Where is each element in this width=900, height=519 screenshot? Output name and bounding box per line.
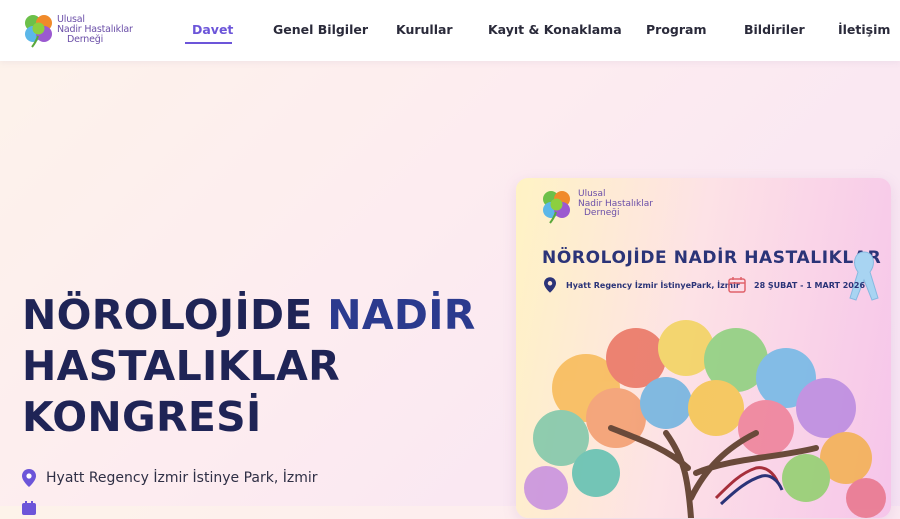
map-pin-icon [22, 469, 36, 487]
hero-title-line: HASTALIKLAR [22, 342, 340, 390]
calendar-icon [728, 277, 746, 293]
nav-item-kurullar[interactable]: Kurullar [396, 22, 453, 37]
poster-brand-line: Derneği [584, 208, 620, 218]
poster-venue: Hyatt Regency İzmir İstinyePark, İzmir [566, 281, 740, 290]
active-nav-indicator [185, 42, 232, 44]
main-nav: Davet Genel Bilgiler Kurullar Kayıt & Ko… [0, 0, 900, 61]
poster-title: NÖROLOJİDE NADİR HASTALIKLAR [542, 248, 882, 268]
hero-title-line: KONGRESİ [22, 393, 262, 441]
clover-logo-icon [543, 191, 570, 224]
hero-title-accent-word: NADİR [327, 291, 476, 339]
nav-item-program[interactable]: Program [646, 22, 707, 37]
watercolor-tree-illustration [524, 320, 886, 518]
congress-poster: Ulusal Nadir Hastalıklar Derneği NÖROLOJ… [516, 178, 891, 518]
poster-brand-name: Ulusal Nadir Hastalıklar Derneği [578, 189, 653, 219]
map-pin-icon [544, 277, 556, 293]
top-navigation-bar: Ulusal Nadir Hastalıklar Derneği Davet G… [0, 0, 900, 61]
nav-item-kayit-konaklama[interactable]: Kayıt & Konaklama [488, 22, 622, 37]
calendar-icon [22, 501, 36, 515]
hero-title-word: NÖROLOJİDE [22, 291, 313, 339]
nav-item-iletisim[interactable]: İletişim [838, 22, 890, 37]
nav-item-davet[interactable]: Davet [192, 22, 233, 37]
hero-title: NÖROLOJİDE NADİR HASTALIKLAR KONGRESİ [22, 290, 492, 443]
nav-item-bildiriler[interactable]: Bildiriler [744, 22, 805, 37]
nav-item-genel-bilgiler[interactable]: Genel Bilgiler [273, 22, 368, 37]
poster-date: 28 ŞUBAT - 1 MART 2026 [754, 281, 866, 290]
location-text: Hyatt Regency İzmir İstinye Park, İzmir [46, 470, 318, 486]
awareness-ribbon-icon [849, 251, 879, 301]
event-date [22, 500, 36, 519]
